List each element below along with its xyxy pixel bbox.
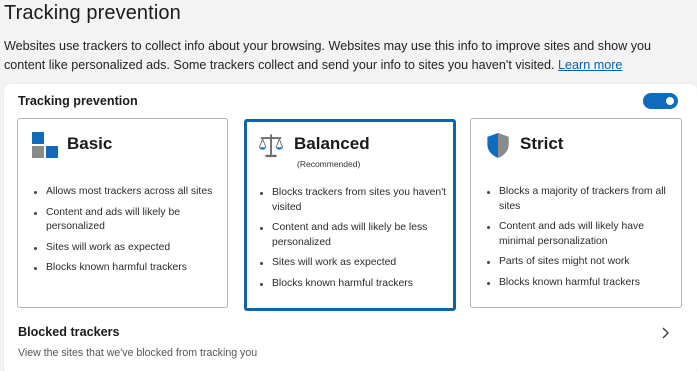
list-item: Content and ads will likely be less pers… [258, 221, 450, 250]
option-basic-list: Allows most trackers across all sites Co… [32, 185, 222, 282]
option-balanced-list: Blocks trackers from sites you haven't v… [258, 186, 450, 297]
blocked-trackers-subtitle: View the sites that we've blocked from t… [18, 347, 258, 359]
list-item: Blocks trackers from sites you haven't v… [258, 186, 450, 215]
shield-icon [487, 132, 509, 159]
basic-blocks-icon [32, 132, 58, 158]
list-item: Blocks known harmful trackers [258, 277, 450, 292]
list-item: Allows most trackers across all sites [32, 185, 222, 200]
blocked-trackers-title: Blocked trackers [18, 325, 120, 339]
option-basic[interactable]: Basic Allows most trackers across all si… [17, 118, 228, 308]
description-text: Websites use trackers to collect info ab… [4, 39, 652, 72]
option-strict-list: Blocks a majority of trackers from all s… [485, 185, 675, 296]
option-basic-label: Basic [67, 134, 113, 153]
page-title: Tracking prevention [4, 2, 181, 24]
tracking-prevention-toggle[interactable] [643, 93, 678, 109]
list-item: Content and ads will likely be personali… [32, 206, 222, 235]
page-description: Websites use trackers to collect info ab… [4, 37, 694, 75]
tracking-prevention-label: Tracking prevention [18, 94, 138, 108]
scales-icon [258, 134, 284, 158]
option-balanced-label: Balanced [294, 134, 370, 153]
option-balanced-recommended: (Recommended) [297, 159, 361, 169]
blocked-trackers-row[interactable]: Blocked trackers View the sites that we'… [4, 320, 697, 370]
option-strict-label: Strict [520, 134, 564, 153]
learn-more-link[interactable]: Learn more [558, 58, 622, 72]
list-item: Blocks known harmful trackers [32, 261, 222, 276]
list-item: Blocks a majority of trackers from all s… [485, 185, 675, 214]
tracking-prevention-card: Tracking prevention Basic Allows most tr… [4, 84, 697, 371]
option-strict[interactable]: Strict Blocks a majority of trackers fro… [470, 118, 682, 308]
settings-page: Tracking prevention Websites use tracker… [0, 0, 697, 371]
list-item: Sites will work as expected [258, 256, 450, 271]
toggle-knob [666, 97, 674, 105]
list-item: Content and ads will likely have minimal… [485, 220, 675, 249]
list-item: Blocks known harmful trackers [485, 276, 675, 291]
list-item: Parts of sites might not work [485, 255, 675, 270]
list-item: Sites will work as expected [32, 241, 222, 256]
option-balanced[interactable]: Balanced (Recommended) Blocks trackers f… [244, 119, 456, 311]
chevron-right-icon [662, 327, 669, 339]
